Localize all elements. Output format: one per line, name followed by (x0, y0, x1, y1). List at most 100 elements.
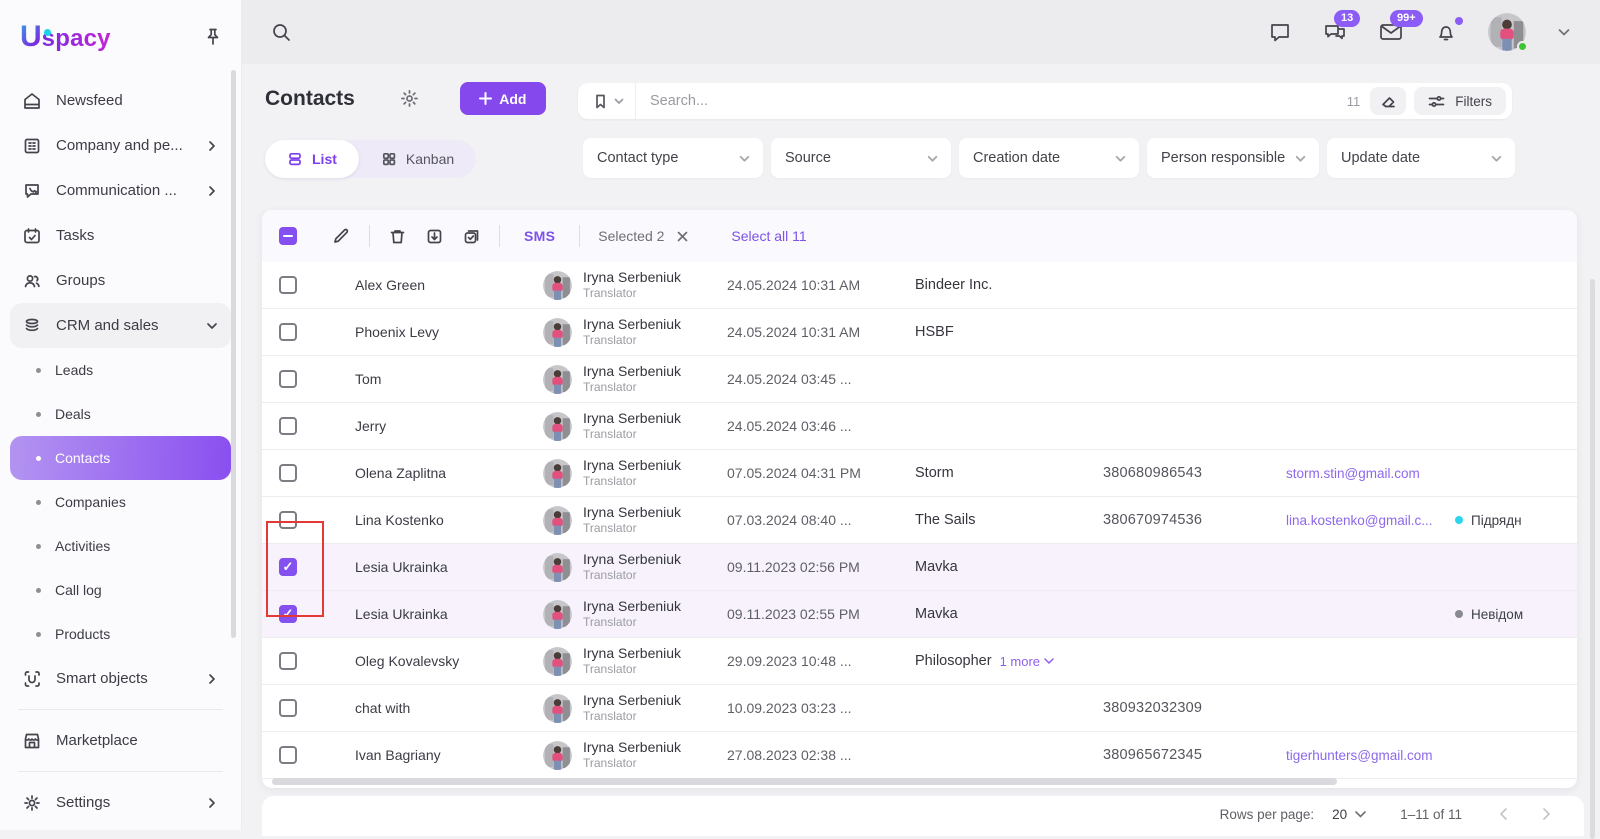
contact-name[interactable]: Lesia Ukrainka (355, 559, 543, 575)
sidebar-item-deals[interactable]: Deals (10, 392, 231, 436)
filter-person-responsible[interactable]: Person responsible (1147, 138, 1319, 178)
row-checkbox[interactable] (279, 417, 297, 435)
contact-name[interactable]: chat with (355, 700, 543, 716)
global-search-icon[interactable] (270, 21, 292, 43)
select-all-checkbox[interactable] (279, 227, 297, 245)
export-button[interactable] (425, 227, 444, 246)
view-list-tab[interactable]: List (265, 140, 359, 178)
table-row[interactable]: Ivan Bagriany Iryna Serbeniuk Translator… (262, 732, 1577, 779)
table-row[interactable]: chat with Iryna Serbeniuk Translator 10.… (262, 685, 1577, 732)
rows-per-page-select[interactable]: 20 (1332, 807, 1366, 822)
sidebar-scrollbar[interactable] (231, 70, 236, 638)
table-row[interactable]: Lesia Ukrainka Iryna Serbeniuk Translato… (262, 544, 1577, 591)
phone-number: 380670974536 (1103, 512, 1286, 528)
topbar: 13 99+ (242, 0, 1600, 64)
copy-button[interactable] (462, 227, 481, 246)
contact-name[interactable]: Alex Green (355, 277, 543, 293)
table-row[interactable]: Alex Green Iryna Serbeniuk Translator 24… (262, 262, 1577, 309)
page-scrollbar[interactable] (1590, 279, 1595, 839)
user-avatar[interactable] (1488, 13, 1526, 51)
email-link[interactable]: tigerhunters@gmail.com (1286, 748, 1433, 763)
contact-name[interactable]: Tom (355, 371, 543, 387)
filter-contact-type[interactable]: Contact type (583, 138, 763, 178)
sidebar-item-smart-objects[interactable]: Smart objects (10, 656, 231, 701)
edit-button[interactable] (331, 226, 351, 246)
filter-creation-date[interactable]: Creation date (959, 138, 1139, 178)
sidebar-item-company-and-people[interactable]: Company and pe... (10, 123, 231, 168)
responsible-name: Iryna Serbeniuk (583, 457, 681, 475)
sidebar-item-communication[interactable]: Communication ... (10, 168, 231, 213)
filter-update-date[interactable]: Update date (1327, 138, 1515, 178)
sidebar-item-leads[interactable]: Leads (10, 348, 231, 392)
sidebar-item-call-log[interactable]: Call log (10, 568, 231, 612)
filter-source[interactable]: Source (771, 138, 951, 178)
clear-search-button[interactable] (1370, 87, 1406, 115)
email-link[interactable]: lina.kostenko@gmail.c... (1286, 513, 1433, 528)
table-row[interactable]: Lina Kostenko Iryna Serbeniuk Translator… (262, 497, 1577, 544)
divider (579, 225, 580, 247)
profile-chevron-icon[interactable] (1556, 24, 1572, 40)
comments-icon[interactable] (1268, 20, 1292, 44)
sidebar-item-products[interactable]: Products (10, 612, 231, 656)
row-checkbox[interactable] (279, 699, 297, 717)
search-input[interactable] (636, 93, 1347, 109)
notifications-bell-icon[interactable] (1434, 20, 1458, 44)
sidebar-item-crm-and-sales[interactable]: CRM and sales (10, 303, 231, 348)
row-checkbox[interactable] (279, 323, 297, 341)
row-checkbox[interactable] (279, 276, 297, 294)
sidebar-item-settings[interactable]: Settings (10, 780, 231, 825)
contact-name[interactable]: Phoenix Levy (355, 324, 543, 340)
select-all-link[interactable]: Select all 11 (731, 228, 806, 244)
responsible-role: Translator (583, 333, 681, 348)
sidebar-item-marketplace[interactable]: Marketplace (10, 718, 231, 763)
delete-button[interactable] (388, 227, 407, 246)
table-row[interactable]: Oleg Kovalevsky Iryna Serbeniuk Translat… (262, 638, 1577, 685)
add-button[interactable]: Add (460, 82, 546, 115)
sms-button[interactable]: SMS (518, 228, 561, 244)
table-row[interactable]: Lesia Ukrainka Iryna Serbeniuk Translato… (262, 591, 1577, 638)
next-page-button[interactable] (1538, 806, 1554, 822)
sidebar-item-companies[interactable]: Companies (10, 480, 231, 524)
table-row[interactable]: Jerry Iryna Serbeniuk Translator 24.05.2… (262, 403, 1577, 450)
list-settings-gear-icon[interactable] (399, 88, 420, 109)
row-checkbox[interactable] (279, 605, 297, 623)
row-checkbox[interactable] (279, 464, 297, 482)
chats-icon[interactable]: 13 (1322, 20, 1348, 44)
sidebar-item-newsfeed[interactable]: Newsfeed (10, 78, 231, 123)
sidebar-item-activities[interactable]: Activities (10, 524, 231, 568)
view-kanban-tab[interactable]: Kanban (359, 140, 476, 178)
filters-button[interactable]: Filters (1414, 87, 1506, 115)
sidebar-item-contacts[interactable]: Contacts (10, 436, 231, 480)
saved-filter-bookmark[interactable] (578, 83, 636, 119)
contact-name[interactable]: Olena Zaplitna (355, 465, 543, 481)
table-row[interactable]: Tom Iryna Serbeniuk Translator 24.05.202… (262, 356, 1577, 403)
clear-selection-icon[interactable] (676, 230, 689, 243)
prev-page-button[interactable] (1496, 806, 1512, 822)
pin-sidebar-icon[interactable] (203, 27, 223, 47)
row-checkbox[interactable] (279, 370, 297, 388)
uspacy-logo[interactable]: U spacy (20, 20, 111, 54)
company-name: Bindeer Inc. (915, 277, 992, 293)
row-checkbox[interactable] (279, 558, 297, 576)
row-checkbox[interactable] (279, 511, 297, 529)
table-row[interactable]: Phoenix Levy Iryna Serbeniuk Translator … (262, 309, 1577, 356)
horizontal-scrollbar[interactable] (272, 778, 1337, 785)
contact-name[interactable]: Oleg Kovalevsky (355, 653, 543, 669)
more-chip[interactable]: 1 more (1000, 654, 1054, 669)
contact-name[interactable]: Ivan Bagriany (355, 747, 543, 763)
email-link[interactable]: storm.stin@gmail.com (1286, 466, 1420, 481)
contact-name[interactable]: Lina Kostenko (355, 512, 543, 528)
contact-name[interactable]: Lesia Ukrainka (355, 606, 543, 622)
mail-icon[interactable]: 99+ (1378, 20, 1404, 44)
chevron-down-icon (926, 152, 939, 165)
status-dot (1455, 516, 1463, 524)
sidebar-item-tasks[interactable]: Tasks (10, 213, 231, 258)
home-icon (22, 91, 42, 111)
chevron-left-icon (1496, 806, 1512, 822)
row-checkbox[interactable] (279, 652, 297, 670)
list-view-icon (287, 151, 303, 167)
row-checkbox[interactable] (279, 746, 297, 764)
table-row[interactable]: Olena Zaplitna Iryna Serbeniuk Translato… (262, 450, 1577, 497)
contact-name[interactable]: Jerry (355, 418, 543, 434)
sidebar-item-groups[interactable]: Groups (10, 258, 231, 303)
